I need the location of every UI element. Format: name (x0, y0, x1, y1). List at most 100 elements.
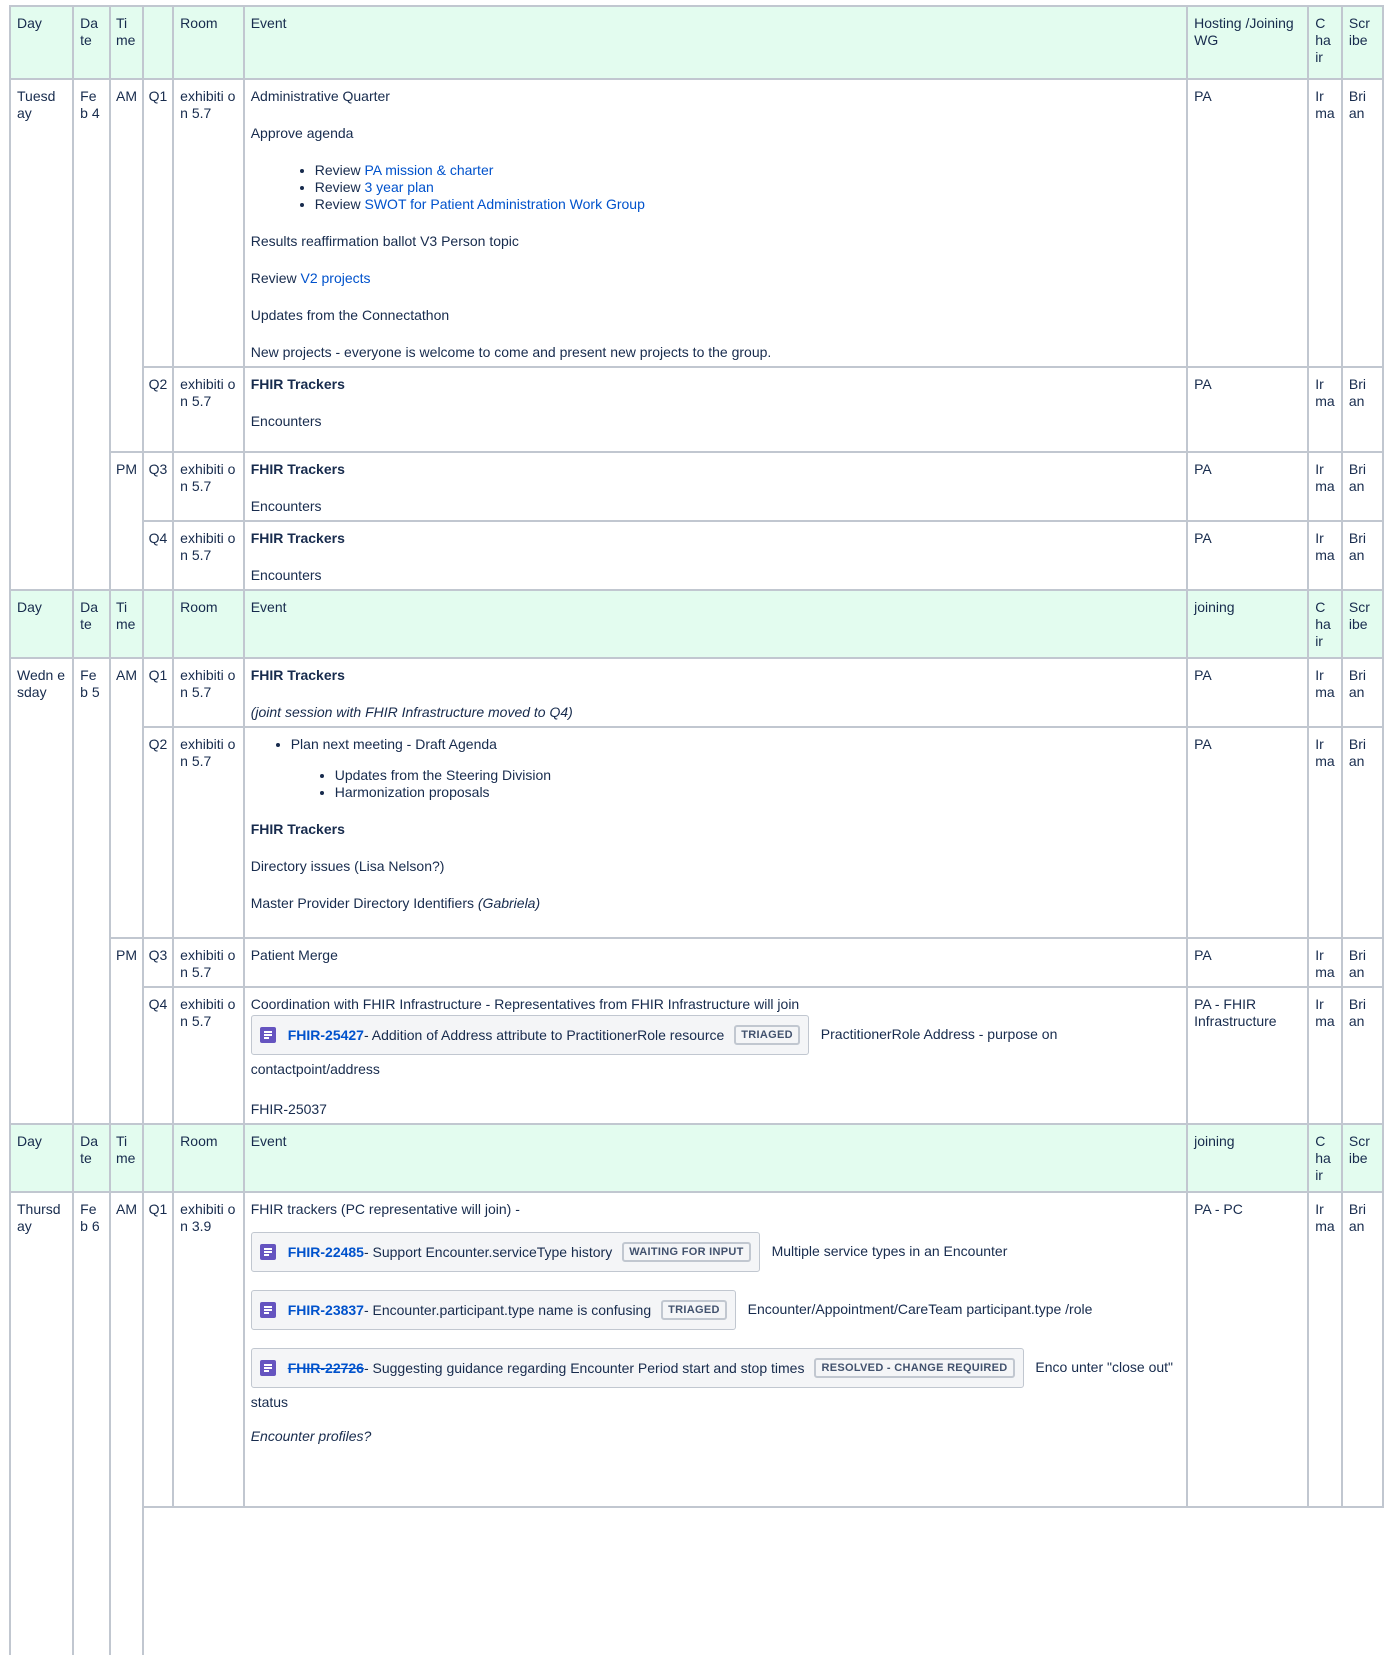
event-note: Encounter profiles? (250, 1428, 372, 1444)
v2-projects-link[interactable]: V2 projects (301, 270, 371, 286)
header-scribe: Scr ibe (1340, 589, 1384, 659)
header-date: Da te (72, 5, 112, 80)
room-cell: exhibiti on 5.7 (172, 78, 245, 368)
quarter-cell: Q3 (141, 937, 175, 988)
header-chair: C ha ir (1307, 5, 1343, 80)
time-cell: AM (109, 1191, 144, 1655)
plan-sub-list: Updates from the Steering Division Harmo… (251, 767, 1180, 801)
hosting-cell: PA (1186, 520, 1310, 591)
scribe-cell: Bri an (1340, 520, 1384, 591)
header-room: Room (172, 589, 245, 659)
header-scribe: Scr ibe (1340, 5, 1384, 80)
event-text: Coordination with FHIR Infrastructure - … (250, 996, 800, 1012)
scribe-cell: Bri an (1340, 1191, 1384, 1508)
chair-cell: Ir ma (1307, 657, 1343, 728)
jira-issue-macro[interactable]: FHIR-22485 - Support Encounter.serviceTy… (250, 1232, 760, 1272)
scribe-cell: Bri an (1340, 986, 1384, 1125)
jira-issue-macro[interactable]: FHIR-23837 - Encounter.participant.type … (250, 1290, 736, 1330)
date-cell: Fe b 4 (72, 78, 112, 591)
table-row: Q4 exhibiti on 5.7 FHIR Trackers Encount… (10, 520, 1384, 591)
chair-cell: Ir ma (1307, 520, 1343, 591)
header-room: Room (172, 1123, 245, 1193)
issue-key-link[interactable]: FHIR-22485 (288, 1240, 364, 1264)
event-cell: FHIR Trackers Encounters (242, 520, 1189, 591)
quarter-cell: Q2 (141, 726, 175, 939)
chair-cell: Ir ma (1307, 451, 1343, 522)
header-hosting: joining (1186, 589, 1310, 659)
issue-summary: - Suggesting guidance regarding Encounte… (363, 1360, 805, 1376)
chair-cell: Ir ma (1307, 1191, 1343, 1508)
header-row: Day Da te Ti me Room Event joining C ha … (9, 589, 1384, 659)
event-text: Updates from the Connectathon (250, 307, 450, 323)
issue-key-link[interactable]: FHIR-25427 (288, 1023, 364, 1047)
event-cell: FHIR Trackers Encounters (242, 451, 1189, 522)
mission-charter-link[interactable]: PA mission & charter (365, 162, 494, 178)
table-row: Q2 exhibiti on 5.7 FHIR Trackers Encount… (10, 366, 1384, 453)
issue-summary: - Support Encounter.serviceType history (363, 1244, 613, 1260)
date-cell: Fe b 5 (72, 657, 112, 1125)
status-badge: WAITING FOR INPUT (622, 1242, 751, 1262)
event-text: Results reaffirmation ballot V3 Person t… (250, 233, 519, 249)
event-note: (joint session with FHIR Infrastructure … (250, 704, 573, 720)
event-text: FHIR-25037 (250, 1101, 327, 1117)
hosting-cell: PA - FHIR Infrastructure (1186, 986, 1310, 1125)
table-row: Q2 exhibiti on 5.7 Plan next meeting - D… (10, 726, 1384, 939)
issue-key-link[interactable]: FHIR-23837 (288, 1298, 364, 1322)
swot-link[interactable]: SWOT for Patient Administration Work Gro… (365, 196, 645, 212)
event-title: FHIR Trackers (250, 376, 345, 392)
list-item: Review SWOT for Patient Administration W… (315, 196, 1180, 213)
header-date: Da te (72, 1123, 112, 1193)
jira-issue-macro[interactable]: FHIR-25427 - Addition of Address attribu… (250, 1015, 809, 1055)
hosting-cell: PA (1186, 78, 1310, 368)
empty-cell (141, 1506, 1383, 1655)
header-quarter (141, 589, 175, 659)
time-cell: AM (109, 78, 144, 453)
list-item: Harmonization proposals (335, 784, 1180, 801)
three-year-plan-link[interactable]: 3 year plan (365, 179, 434, 195)
hosting-cell: PA (1186, 657, 1310, 728)
issue-summary: - Addition of Address attribute to Pract… (363, 1027, 725, 1043)
chair-cell: Ir ma (1307, 937, 1343, 988)
room-cell: exhibiti on 5.7 (172, 986, 245, 1125)
story-icon (259, 1027, 276, 1043)
table-row: PM Q3 exhibiti on 5.7 FHIR Trackers Enco… (10, 451, 1384, 591)
chair-cell: Ir ma (1307, 726, 1343, 939)
chair-cell: Ir ma (1307, 78, 1343, 368)
quarter-cell: Q1 (141, 657, 175, 728)
quarter-cell: Q4 (141, 520, 175, 591)
table-row: PM Q3 exhibiti on 5.7 Patient Merge PA I… (10, 937, 1384, 1125)
time-cell: PM (109, 451, 144, 591)
jira-issue-macro[interactable]: FHIR-22726 - Suggesting guidance regardi… (250, 1348, 1024, 1388)
quarter-cell: Q3 (141, 451, 175, 522)
room-cell: exhibiti on 5.7 (172, 366, 245, 453)
event-text: Encounter/Appointment/CareTeam participa… (747, 1300, 1093, 1317)
header-date: Da te (72, 589, 112, 659)
status-badge: TRIAGED (734, 1025, 800, 1045)
table-row: Thursd ay Fe b 6 AM Q1 exhibiti on 3.9 F… (9, 1191, 1384, 1655)
header-event: Event (242, 1123, 1189, 1193)
issue-summary: - Encounter.participant.type name is con… (363, 1302, 652, 1318)
room-cell: exhibiti on 5.7 (172, 520, 245, 591)
event-text: Master Provider Directory Identifiers (G… (250, 895, 541, 911)
event-title: FHIR Trackers (250, 667, 345, 683)
chair-cell: Ir ma (1307, 986, 1343, 1125)
list-item: Plan next meeting - Draft Agenda (291, 736, 1180, 753)
scribe-cell: Bri an (1340, 657, 1384, 728)
room-cell: exhibiti on 5.7 (172, 726, 245, 939)
event-text: Approve agenda (250, 125, 354, 141)
time-cell: AM (109, 657, 144, 939)
chair-cell: Ir ma (1307, 366, 1343, 453)
agenda-table-wrapper: Day Da te Ti me Room Event Hosting /Join… (9, 5, 1384, 1655)
header-scribe: Scr ibe (1340, 1123, 1384, 1193)
day-cell: Wedn esday (9, 657, 75, 1125)
scribe-cell: Bri an (1340, 937, 1384, 988)
event-text: New projects - everyone is welcome to co… (250, 344, 772, 360)
day-cell: Thursd ay (9, 1191, 75, 1655)
event-cell: Coordination with FHIR Infrastructure - … (242, 986, 1189, 1125)
hosting-cell: PA (1186, 451, 1310, 522)
scribe-cell: Bri an (1340, 726, 1384, 939)
header-time: Ti me (109, 1123, 144, 1193)
quarter-cell: Q1 (141, 1191, 175, 1508)
issue-key-link[interactable]: FHIR-22726 (288, 1356, 364, 1380)
status-badge: TRIAGED (661, 1300, 727, 1320)
